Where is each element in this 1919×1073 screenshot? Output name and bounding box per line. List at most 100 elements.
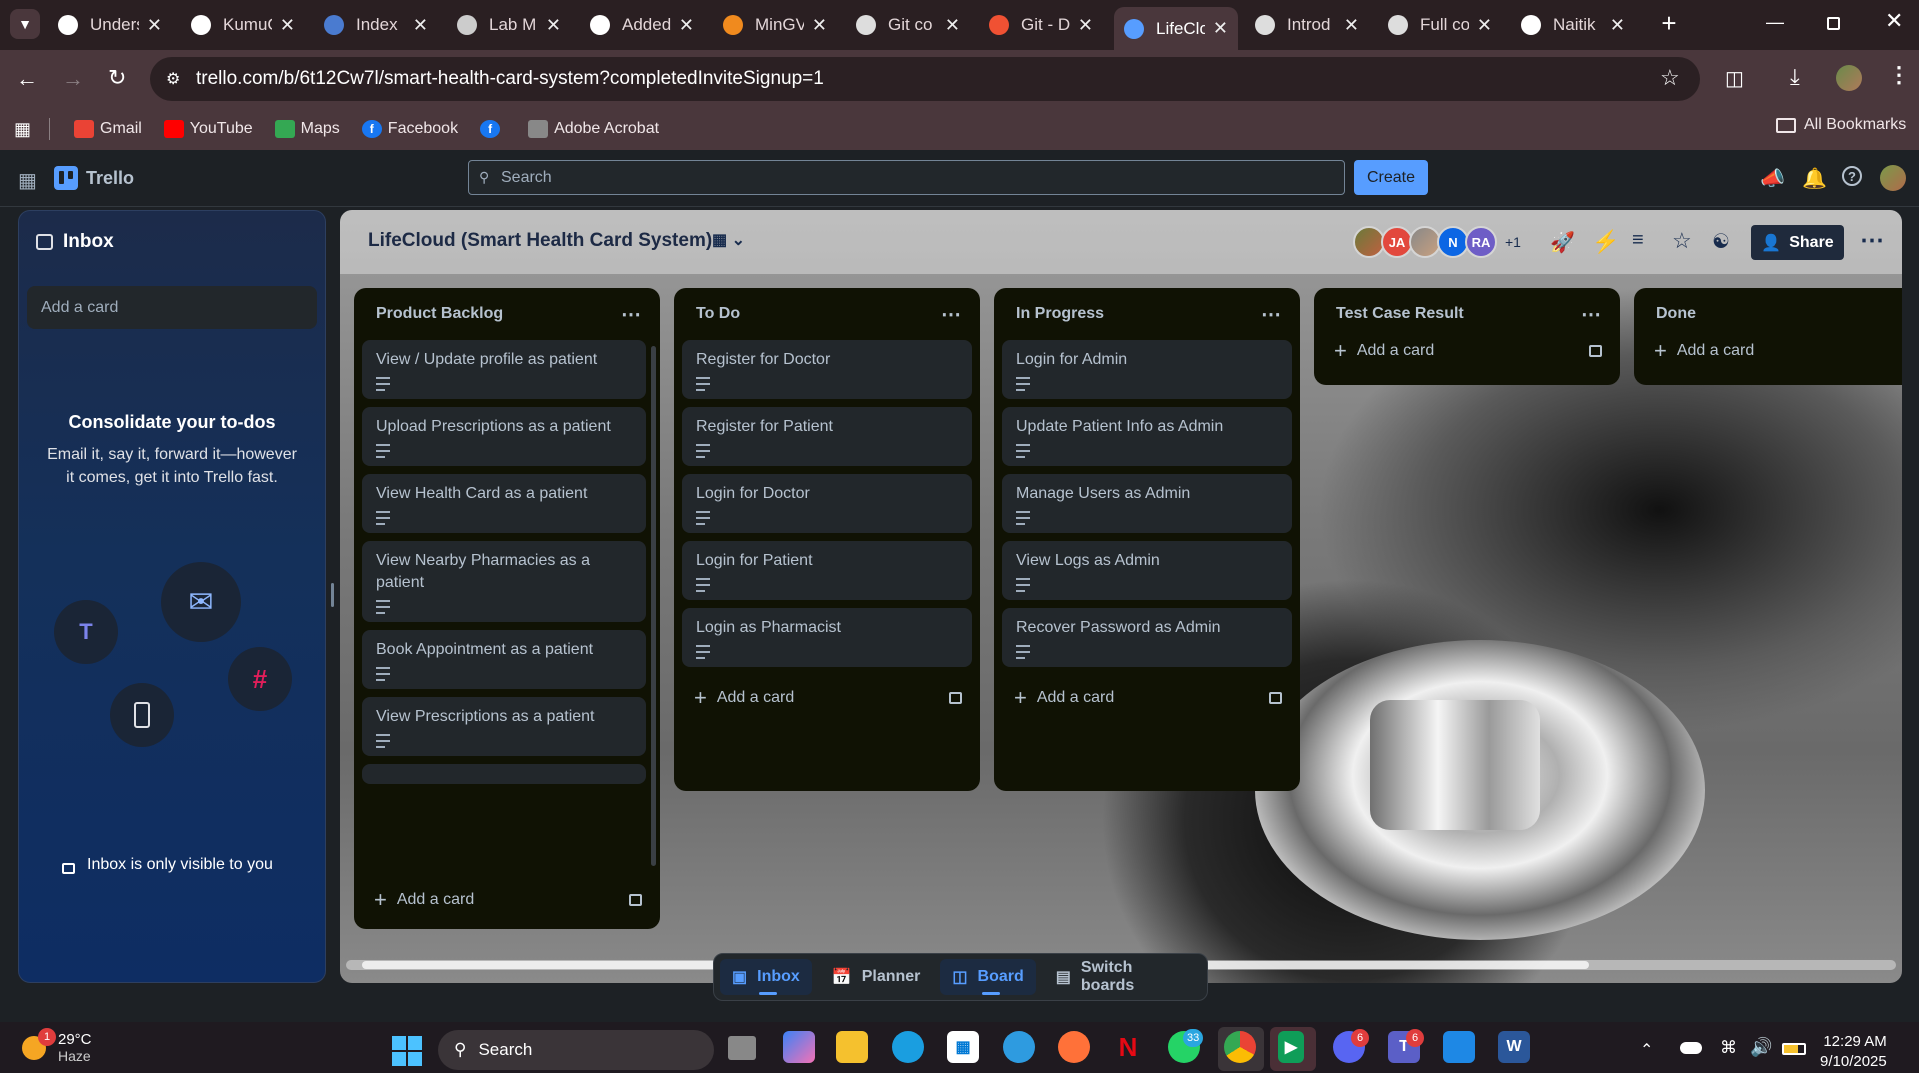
browser-tab[interactable]: Index ✕	[314, 7, 438, 43]
apps-grid-icon[interactable]: ▦	[14, 119, 31, 140]
browser-tab[interactable]: Full co ✕	[1378, 7, 1502, 43]
list-menu-icon[interactable]: ⋯	[621, 302, 642, 327]
list-title[interactable]: To Do	[696, 305, 740, 323]
card-template-icon[interactable]	[629, 894, 642, 906]
list-title[interactable]: Product Backlog	[376, 305, 503, 323]
bookmark-item[interactable]: Maps	[274, 120, 340, 138]
tab-close-icon[interactable]: ✕	[1213, 18, 1228, 39]
sheets-icon[interactable]: ▶	[1278, 1031, 1304, 1063]
add-card-button[interactable]: + Add a card	[1002, 675, 1292, 721]
tab-close-icon[interactable]: ✕	[1344, 15, 1359, 36]
download-icon[interactable]: ⤓	[1790, 64, 1800, 90]
edge-icon[interactable]	[892, 1031, 924, 1063]
visibility-icon[interactable]: ☯	[1712, 229, 1730, 254]
browser-tab[interactable]: Naitik ✕	[1511, 7, 1635, 43]
card[interactable]: Login for Patient	[682, 541, 972, 600]
card[interactable]: View / Update profile as patient	[362, 340, 646, 399]
search-input[interactable]: ⚲ Search	[468, 160, 1345, 195]
taskbar-search[interactable]: ⚲ Search	[438, 1030, 714, 1070]
copilot-icon[interactable]	[783, 1031, 815, 1063]
all-bookmarks-button[interactable]: All Bookmarks	[1776, 116, 1906, 134]
bookmark-item[interactable]: f Facebook	[361, 120, 458, 138]
browser-tab[interactable]: Added ✕	[580, 7, 704, 43]
card[interactable]	[362, 764, 646, 784]
card[interactable]: View Health Card as a patient	[362, 474, 646, 533]
card-template-icon[interactable]	[1589, 345, 1602, 357]
safari-icon[interactable]	[1003, 1031, 1035, 1063]
notifications-bell-icon[interactable]: 🔔	[1802, 166, 1827, 191]
battery-icon[interactable]	[1782, 1043, 1806, 1055]
profile-avatar[interactable]	[1836, 65, 1862, 91]
card[interactable]: Manage Users as Admin	[1002, 474, 1292, 533]
star-board-icon[interactable]: ☆	[1672, 228, 1692, 254]
list-menu-icon[interactable]: ⋯	[1581, 302, 1602, 327]
megaphone-icon[interactable]: 📣	[1760, 166, 1785, 191]
minimize-button[interactable]: —	[1766, 12, 1790, 32]
site-info-icon[interactable]: ⚙	[166, 69, 180, 89]
nav-planner-button[interactable]: 📅 Planner	[820, 959, 933, 995]
reload-button[interactable]: ↻	[108, 65, 126, 91]
list-title[interactable]: Done	[1656, 305, 1696, 323]
account-avatar[interactable]	[1880, 165, 1906, 191]
card[interactable]: View Prescriptions as a patient	[362, 697, 646, 756]
browser-tab[interactable]: Lab M ✕	[447, 7, 571, 43]
browser-menu-icon[interactable]: ⋮	[1888, 62, 1910, 88]
netflix-icon[interactable]: N	[1112, 1031, 1144, 1063]
board-menu-icon[interactable]: ⋯	[1860, 226, 1884, 255]
card[interactable]: Upload Prescriptions as a patient	[362, 407, 646, 466]
close-window-button[interactable]: ✕	[1885, 8, 1903, 34]
card[interactable]: Login for Admin	[1002, 340, 1292, 399]
list-title[interactable]: In Progress	[1016, 305, 1104, 323]
tab-close-icon[interactable]: ✕	[280, 15, 295, 36]
forward-button[interactable]: →	[62, 66, 84, 92]
card[interactable]: View Logs as Admin	[1002, 541, 1292, 600]
list-scrollbar[interactable]	[651, 346, 656, 866]
bookmark-star-icon[interactable]: ☆	[1660, 65, 1680, 91]
add-card-button[interactable]: + Add a card	[1642, 328, 1894, 374]
task-view-icon[interactable]	[728, 1036, 756, 1060]
tab-close-icon[interactable]: ✕	[679, 15, 694, 36]
start-button[interactable]	[392, 1036, 422, 1066]
vscode-icon[interactable]	[1443, 1031, 1475, 1063]
list-title[interactable]: Test Case Result	[1336, 305, 1464, 323]
tab-close-icon[interactable]: ✕	[945, 15, 960, 36]
new-tab-button[interactable]: +	[1654, 8, 1684, 38]
member-avatar-ra[interactable]: RA	[1465, 226, 1497, 258]
browser-tab[interactable]: LifeClo ✕	[1114, 7, 1238, 50]
help-icon[interactable]: ?	[1842, 166, 1862, 186]
card-template-icon[interactable]	[949, 692, 962, 704]
store-icon[interactable]: ▦	[947, 1031, 979, 1063]
clock[interactable]: 12:29 AM 9/10/2025	[1820, 1032, 1887, 1072]
list-header[interactable]: Product Backlog ⋯	[362, 288, 652, 340]
tab-close-icon[interactable]: ✕	[546, 15, 561, 36]
list-header[interactable]: In Progress ⋯	[1002, 288, 1292, 340]
app-switcher-icon[interactable]: ▦	[18, 168, 37, 193]
tab-close-icon[interactable]: ✕	[1610, 15, 1625, 36]
browser-tab[interactable]: Git co ✕	[846, 7, 970, 43]
file-explorer-icon[interactable]	[836, 1031, 868, 1063]
browser-tab[interactable]: MinGV ✕	[713, 7, 837, 43]
tab-close-icon[interactable]: ✕	[1078, 15, 1093, 36]
restore-button[interactable]	[1827, 17, 1840, 30]
back-button[interactable]: ←	[16, 66, 38, 92]
filter-icon[interactable]: ≡	[1632, 229, 1644, 252]
list-menu-icon[interactable]: ⋯	[941, 302, 962, 327]
word-icon[interactable]: W	[1498, 1031, 1530, 1063]
panel-resize-handle[interactable]	[331, 583, 334, 607]
card[interactable]: Register for Patient	[682, 407, 972, 466]
tab-close-icon[interactable]: ✕	[147, 15, 162, 36]
volume-icon[interactable]: 🔊	[1750, 1037, 1772, 1058]
firefox-icon[interactable]	[1058, 1031, 1090, 1063]
browser-tab[interactable]: KumuC ✕	[181, 7, 305, 43]
trello-logo[interactable]: Trello	[54, 166, 134, 190]
create-button[interactable]: Create	[1354, 160, 1428, 195]
card[interactable]: Login for Doctor	[682, 474, 972, 533]
bookmark-item[interactable]: Gmail	[74, 120, 142, 138]
extensions-icon[interactable]: ◫	[1725, 66, 1744, 91]
card-template-icon[interactable]	[1269, 692, 1282, 704]
onedrive-icon[interactable]	[1680, 1042, 1702, 1054]
nav-inbox-button[interactable]: ▣ Inbox	[720, 959, 812, 995]
tab-close-icon[interactable]: ✕	[812, 15, 827, 36]
list-menu-icon[interactable]: ⋯	[1261, 302, 1282, 327]
board-view-switcher[interactable]: ▦ ⌄	[712, 230, 745, 250]
